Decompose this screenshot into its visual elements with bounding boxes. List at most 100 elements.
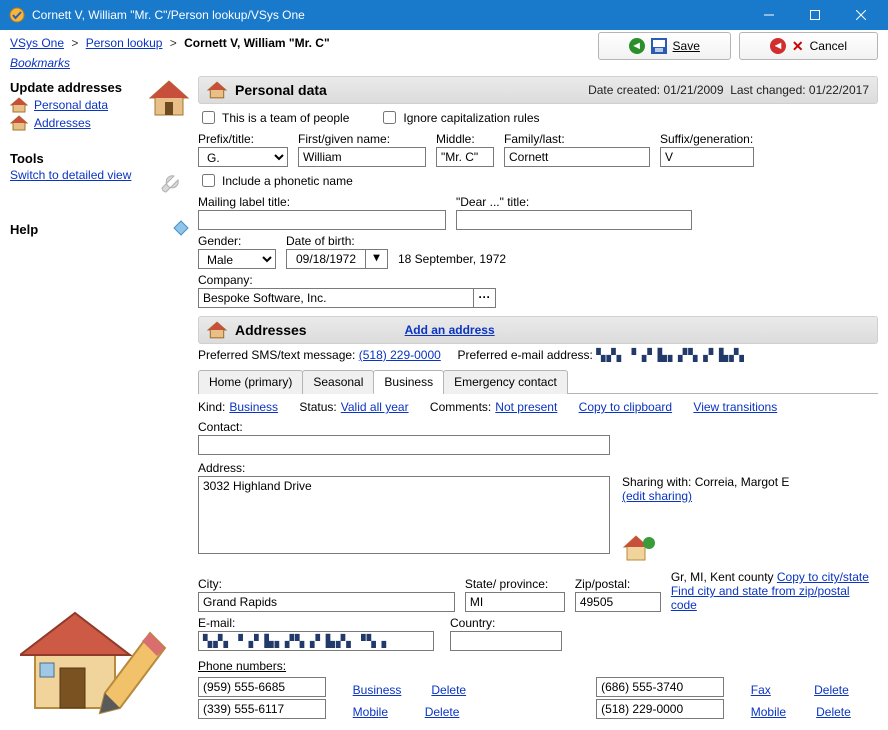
phone4-input[interactable] <box>596 699 724 719</box>
view-transitions-link[interactable]: View transitions <box>693 400 777 414</box>
sharing-label: Sharing with: Correia, Margot E <box>622 475 789 489</box>
breadcrumb-lookup[interactable]: Person lookup <box>86 36 163 50</box>
tab-seasonal[interactable]: Seasonal <box>302 370 374 394</box>
sidebar-personal-data[interactable]: Personal data <box>34 98 108 112</box>
find-city-link[interactable]: Find city and state from zip/postal code <box>671 584 850 612</box>
copy-city-state-link[interactable]: Copy to city/state <box>777 570 869 584</box>
breadcrumb-current: Cornett V, William "Mr. C" <box>184 36 330 50</box>
state-label: State/ province: <box>465 577 565 591</box>
zip-input[interactable] <box>575 592 661 612</box>
suffix-input[interactable] <box>660 147 754 167</box>
section-addresses: Addresses Add an address <box>198 316 878 344</box>
cancel-button[interactable]: ◄ ✕ Cancel <box>739 32 878 60</box>
company-input[interactable] <box>198 288 474 308</box>
status-value[interactable]: Valid all year <box>341 400 409 414</box>
app-icon <box>8 6 26 24</box>
breadcrumb: VSys One > Person lookup > Cornett V, Wi… <box>0 30 588 52</box>
country-input[interactable] <box>450 631 562 651</box>
house-green-icon <box>622 533 789 566</box>
sidebar-addresses[interactable]: Addresses <box>34 116 91 130</box>
contact-input[interactable] <box>198 435 610 455</box>
mailing-input[interactable] <box>198 210 446 230</box>
phone3-kind[interactable]: Fax <box>751 683 771 697</box>
phones-label: Phone numbers: <box>198 659 286 673</box>
email-label: E-mail: <box>198 616 434 630</box>
phone2-kind[interactable]: Mobile <box>353 705 388 719</box>
comments-value[interactable]: Not present <box>495 400 557 414</box>
phonetic-checkbox[interactable]: Include a phonetic name <box>198 171 353 190</box>
phone4-delete[interactable]: Delete <box>816 705 851 719</box>
tab-home[interactable]: Home (primary) <box>198 370 303 394</box>
family-input[interactable] <box>504 147 650 167</box>
comments-label: Comments: <box>430 400 491 414</box>
phone1-kind[interactable]: Business <box>353 683 402 697</box>
phone3-delete[interactable]: Delete <box>814 683 849 697</box>
disk-icon <box>651 38 667 54</box>
pref-sms-value[interactable]: (518) 229-0000 <box>359 348 441 362</box>
save-button[interactable]: ◄ Save <box>598 32 731 60</box>
cancel-label: Cancel <box>810 39 847 53</box>
house-large-icon <box>148 78 190 118</box>
middle-input[interactable] <box>436 147 494 167</box>
house-icon <box>10 97 28 113</box>
state-input[interactable] <box>465 592 565 612</box>
phone2-delete[interactable]: Delete <box>425 705 460 719</box>
window-title: Cornett V, William "Mr. C"/Person lookup… <box>32 8 305 22</box>
phone2-input[interactable] <box>198 699 326 719</box>
sidebar-tools-header: Tools <box>10 151 190 166</box>
phone1-delete[interactable]: Delete <box>431 683 466 697</box>
prefix-label: Prefix/title: <box>198 132 288 146</box>
pref-email-value[interactable]: ▚▞▖▝▗▘▙▖▞▚▗▘▙▞▖ <box>596 348 749 363</box>
dob-input[interactable] <box>286 249 366 269</box>
team-checkbox[interactable]: This is a team of people <box>198 108 349 127</box>
gender-select[interactable]: Male <box>198 249 276 269</box>
country-label: Country: <box>450 616 562 630</box>
address-tabs: Home (primary) Seasonal Business Emergen… <box>198 369 878 394</box>
sidebar-switch-detailed[interactable]: Switch to detailed view <box>10 168 156 182</box>
bookmarks-link[interactable]: Bookmarks <box>10 56 70 70</box>
dob-dropdown-button[interactable]: ▾ <box>366 249 388 269</box>
address-label: Address: <box>198 461 610 475</box>
kind-value[interactable]: Business <box>229 400 278 414</box>
company-browse-button[interactable]: ··· <box>474 288 496 308</box>
house-icon <box>207 81 227 99</box>
email-input[interactable]: ▚▞▖▝▗▘▙▖▞▚▗▘▙▞▖▝▚▗ <box>198 631 434 651</box>
first-label: First/given name: <box>298 132 426 146</box>
phone3-input[interactable] <box>596 677 724 697</box>
back-arrow-red-icon: ◄ <box>770 38 786 54</box>
last-changed: Last changed: 01/22/2017 <box>730 83 869 97</box>
suffix-label: Suffix/generation: <box>660 132 754 146</box>
city-label: City: <box>198 577 455 591</box>
sidebar-help-header: Help <box>10 222 172 237</box>
dob-long: 18 September, 1972 <box>398 252 506 269</box>
status-label: Status: <box>299 400 336 414</box>
phone4-kind[interactable]: Mobile <box>751 705 786 719</box>
house-icon <box>10 115 28 131</box>
edit-sharing-link[interactable]: (edit sharing) <box>622 489 692 503</box>
save-label: Save <box>673 39 700 53</box>
city-input[interactable] <box>198 592 455 612</box>
ignore-cap-checkbox[interactable]: Ignore capitalization rules <box>379 108 539 127</box>
mailing-label: Mailing label title: <box>198 195 446 209</box>
add-address-link[interactable]: Add an address <box>405 323 495 337</box>
tab-emergency[interactable]: Emergency contact <box>443 370 568 394</box>
breadcrumb-root[interactable]: VSys One <box>10 36 64 50</box>
close-button[interactable] <box>838 0 884 30</box>
prefix-select[interactable]: G. <box>198 147 288 167</box>
tab-business[interactable]: Business <box>373 370 444 394</box>
phone1-input[interactable] <box>198 677 326 697</box>
kind-label: Kind: <box>198 400 225 414</box>
pref-sms-label: Preferred SMS/text message: <box>198 348 355 362</box>
team-label: This is a team of people <box>222 111 349 125</box>
minimize-button[interactable] <box>746 0 792 30</box>
sidebar-update-header: Update addresses <box>10 80 148 95</box>
dob-label: Date of birth: <box>286 234 388 248</box>
house-edit-large-icon <box>20 593 170 726</box>
first-input[interactable] <box>298 147 426 167</box>
maximize-button[interactable] <box>792 0 838 30</box>
sidebar: Update addresses Personal data Addresses <box>0 76 198 730</box>
copy-clipboard-link[interactable]: Copy to clipboard <box>579 400 672 414</box>
dear-input[interactable] <box>456 210 692 230</box>
address-textarea[interactable]: 3032 Highland Drive <box>198 476 610 554</box>
contact-label: Contact: <box>198 420 610 434</box>
